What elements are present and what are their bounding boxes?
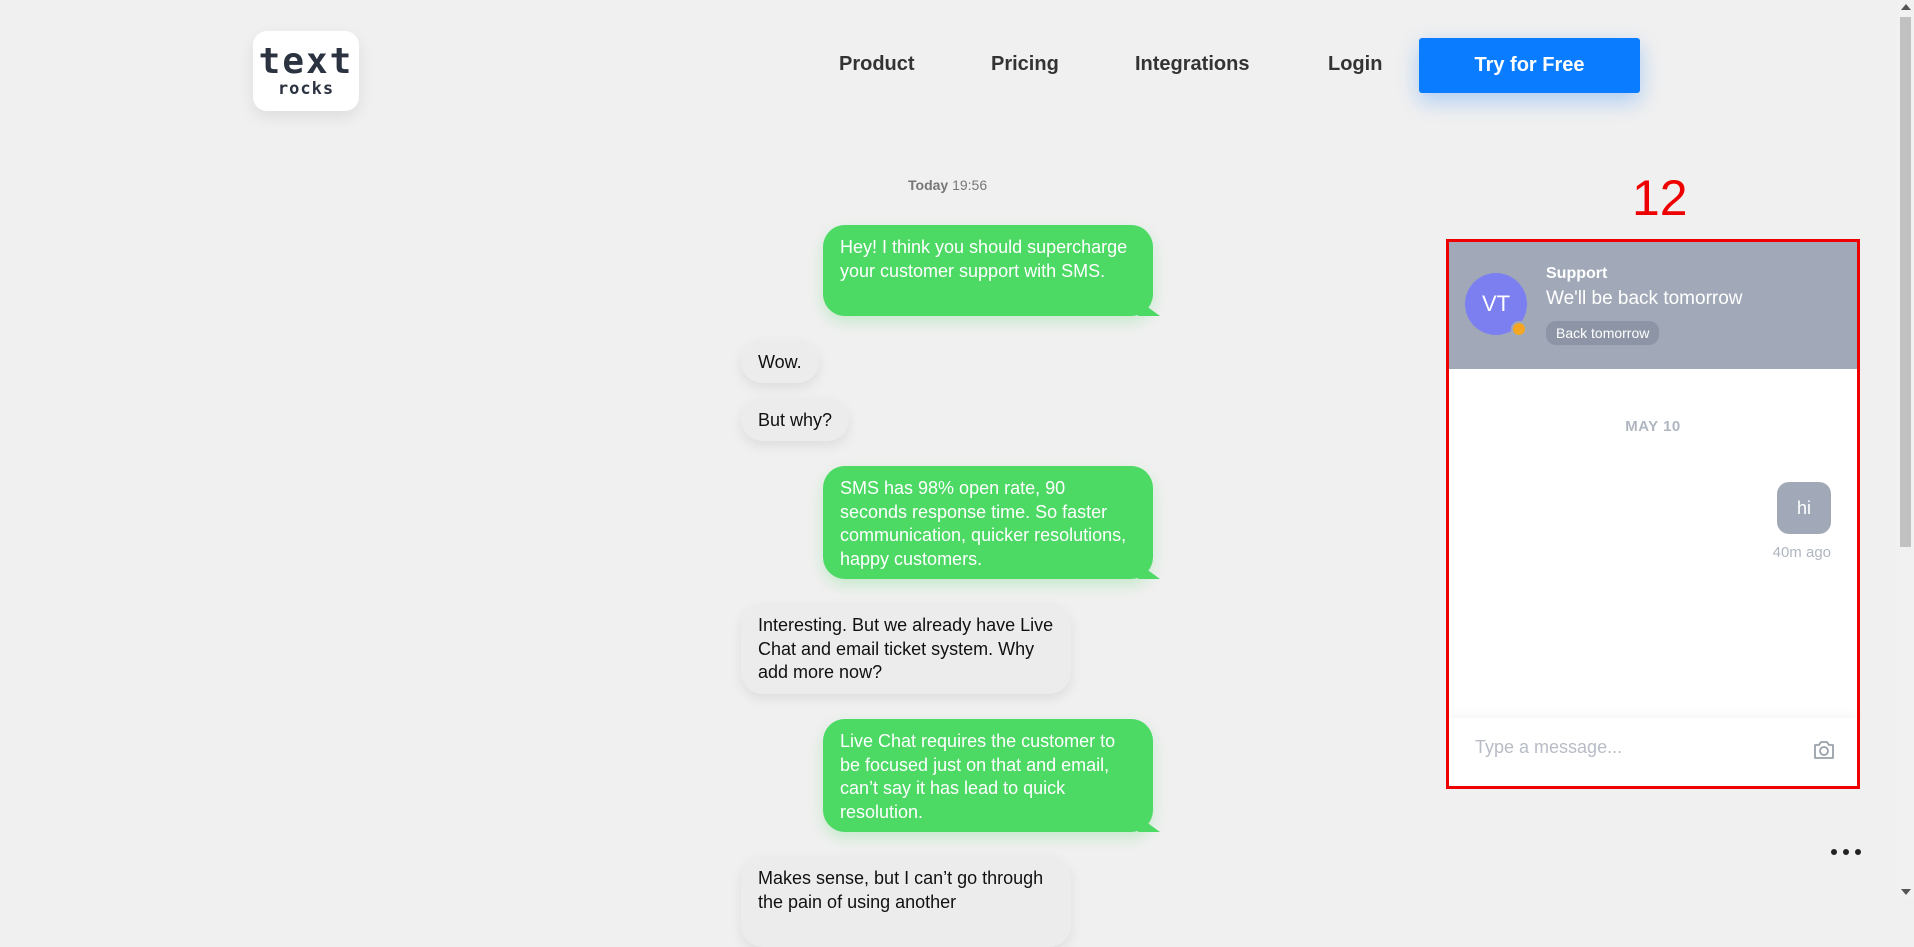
nav-product[interactable]: Product: [839, 53, 915, 76]
timestamp-day: Today: [908, 177, 949, 193]
chat-bubble-incoming: Makes sense, but I can’t go through the …: [741, 856, 1071, 947]
scrollbar-thumb[interactable]: [1900, 17, 1911, 547]
chat-bubble-incoming: Wow.: [741, 340, 819, 383]
scroll-down-arrow-icon[interactable]: [1901, 889, 1911, 895]
logo-subtext: rocks: [277, 79, 335, 99]
try-for-free-button[interactable]: Try for Free: [1419, 38, 1640, 93]
nav-pricing[interactable]: Pricing: [991, 53, 1059, 76]
more-options-icon[interactable]: [1831, 844, 1861, 860]
annotation-number: 12: [1632, 170, 1688, 226]
timestamp-time: 19:56: [952, 177, 988, 193]
chat-bubble-incoming: But why?: [741, 398, 850, 441]
scroll-up-arrow-icon[interactable]: [1901, 4, 1911, 10]
nav-integrations[interactable]: Integrations: [1135, 53, 1249, 76]
chat-bubble-outgoing: Hey! I think you should supercharge your…: [823, 225, 1153, 316]
logo[interactable]: text rocks: [253, 31, 359, 111]
chat-bubble-outgoing: SMS has 98% open rate, 90 seconds respon…: [823, 466, 1153, 579]
annotation-box: [1446, 239, 1860, 789]
conversation-timestamp: Today 19:56: [908, 177, 987, 193]
chat-bubble-incoming: Interesting. But we already have Live Ch…: [741, 603, 1071, 694]
nav-login[interactable]: Login: [1328, 53, 1382, 76]
logo-text: text: [258, 41, 354, 82]
scrollbar[interactable]: [1897, 0, 1914, 899]
chat-bubble-outgoing: Live Chat requires the customer to be fo…: [823, 719, 1153, 832]
